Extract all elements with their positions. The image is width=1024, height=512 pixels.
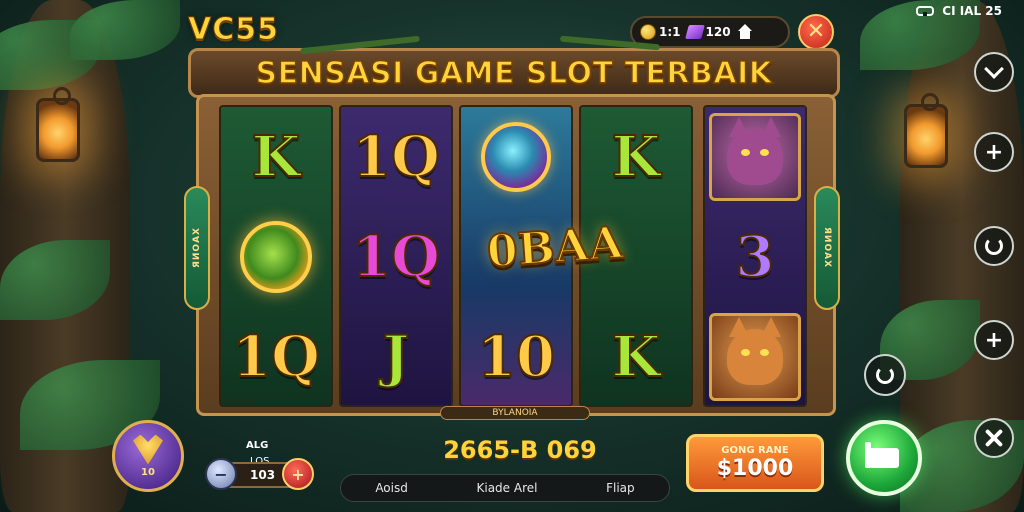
reel-strip-label: BYLANOIA bbox=[440, 406, 590, 420]
coin-value: 1:1 bbox=[659, 25, 681, 39]
refresh-icon bbox=[985, 237, 1003, 255]
spin-icon bbox=[865, 442, 899, 468]
add-button[interactable]: + bbox=[974, 320, 1014, 360]
symbol-1q: 1Q bbox=[351, 223, 441, 291]
home-shortcut[interactable] bbox=[737, 24, 753, 40]
strip-item-1[interactable]: Aoisd bbox=[375, 481, 408, 495]
symbol-j: J bbox=[382, 323, 411, 391]
collapse-menu-button[interactable] bbox=[974, 52, 1014, 92]
banner-title: SENSASI GAME SLOT TERBAIK bbox=[255, 55, 773, 92]
symbol-3: 3 bbox=[735, 223, 776, 291]
increase-bet-button[interactable]: + bbox=[282, 458, 314, 490]
game-logo: VC55 bbox=[188, 12, 279, 48]
plus-icon: + bbox=[984, 327, 1004, 353]
cougar-beast-icon bbox=[709, 313, 801, 401]
side-tab-left[interactable]: ЯИОАХ bbox=[184, 186, 210, 310]
buy-bonus-button[interactable]: GONG RANE $1000 bbox=[686, 434, 824, 492]
win-overlay-text: 0BAA bbox=[484, 216, 625, 278]
symbol-panther-beast bbox=[705, 107, 805, 207]
spin-button[interactable] bbox=[846, 420, 922, 496]
symbol-sun-medallion bbox=[221, 207, 331, 307]
strip-item-2[interactable]: Kiade Arel bbox=[477, 481, 538, 495]
symbol-1q: 1Q bbox=[231, 323, 321, 391]
bottom-info-strip: Aoisd Kiade Arel Fliap bbox=[340, 474, 670, 502]
minus-icon: − bbox=[214, 464, 228, 484]
bet-value: 103 bbox=[250, 468, 276, 482]
vr-icon bbox=[916, 6, 935, 16]
lantern-right bbox=[904, 93, 948, 168]
refresh-button[interactable] bbox=[974, 226, 1014, 266]
coin-balance[interactable]: 1:1 bbox=[640, 24, 681, 40]
status-area: CI IAL 25 bbox=[916, 4, 1002, 18]
symbol-k: K bbox=[611, 323, 662, 391]
tools-button[interactable] bbox=[974, 418, 1014, 458]
buy-bonus-amount: $1000 bbox=[716, 456, 794, 481]
gem-balance[interactable]: 120 bbox=[684, 25, 731, 39]
close-button[interactable]: ✕ bbox=[798, 14, 834, 50]
reel-1[interactable]: K 1Q bbox=[219, 105, 333, 407]
symbol-orb-gem bbox=[461, 107, 571, 207]
home-icon bbox=[737, 24, 753, 40]
autoplay-button[interactable] bbox=[864, 354, 906, 396]
add-button[interactable]: + bbox=[974, 132, 1014, 172]
symbol-k: K bbox=[251, 123, 302, 191]
decrease-bet-button[interactable]: − bbox=[205, 458, 237, 490]
symbol-1q: 1Q bbox=[351, 123, 441, 191]
buy-bonus-label: GONG RANE bbox=[721, 445, 789, 456]
side-tab-right[interactable]: ЯИОАХ bbox=[814, 186, 840, 310]
symbol-10: 10 bbox=[476, 323, 556, 391]
win-overlay: 0BAA bbox=[440, 196, 670, 300]
gem-value: 120 bbox=[705, 25, 731, 39]
bet-label: ALG bbox=[246, 440, 269, 451]
reel-5[interactable]: 3 bbox=[703, 105, 807, 407]
panther-beast-icon bbox=[709, 113, 801, 201]
balance-display: 2665-B 069 bbox=[443, 436, 597, 464]
title-banner: SENSASI GAME SLOT TERBAIK bbox=[188, 48, 840, 98]
symbol-k: K bbox=[611, 123, 662, 191]
tools-icon bbox=[985, 429, 1003, 447]
chevron-down-icon bbox=[984, 59, 1004, 79]
autoplay-icon bbox=[876, 366, 894, 384]
reel-2[interactable]: 1Q 1Q J bbox=[339, 105, 453, 407]
level-badge-value: 10 bbox=[141, 466, 155, 478]
coin-icon bbox=[640, 24, 656, 40]
sun-medallion-icon bbox=[240, 221, 312, 293]
shield-icon bbox=[133, 434, 163, 465]
status-text: CI IAL 25 bbox=[942, 4, 1002, 18]
lantern-left bbox=[36, 87, 80, 162]
plus-icon: + bbox=[291, 464, 305, 484]
orb-gem-icon bbox=[481, 122, 551, 192]
plus-icon: + bbox=[984, 139, 1004, 165]
side-tab-left-label: ЯИОАХ bbox=[192, 227, 202, 269]
gem-icon bbox=[684, 25, 705, 39]
side-tab-right-label: ЯИОАХ bbox=[822, 227, 832, 269]
symbol-cougar-beast bbox=[705, 307, 805, 407]
level-badge-button[interactable]: 10 bbox=[112, 420, 184, 492]
strip-item-3[interactable]: Fliap bbox=[606, 481, 635, 495]
